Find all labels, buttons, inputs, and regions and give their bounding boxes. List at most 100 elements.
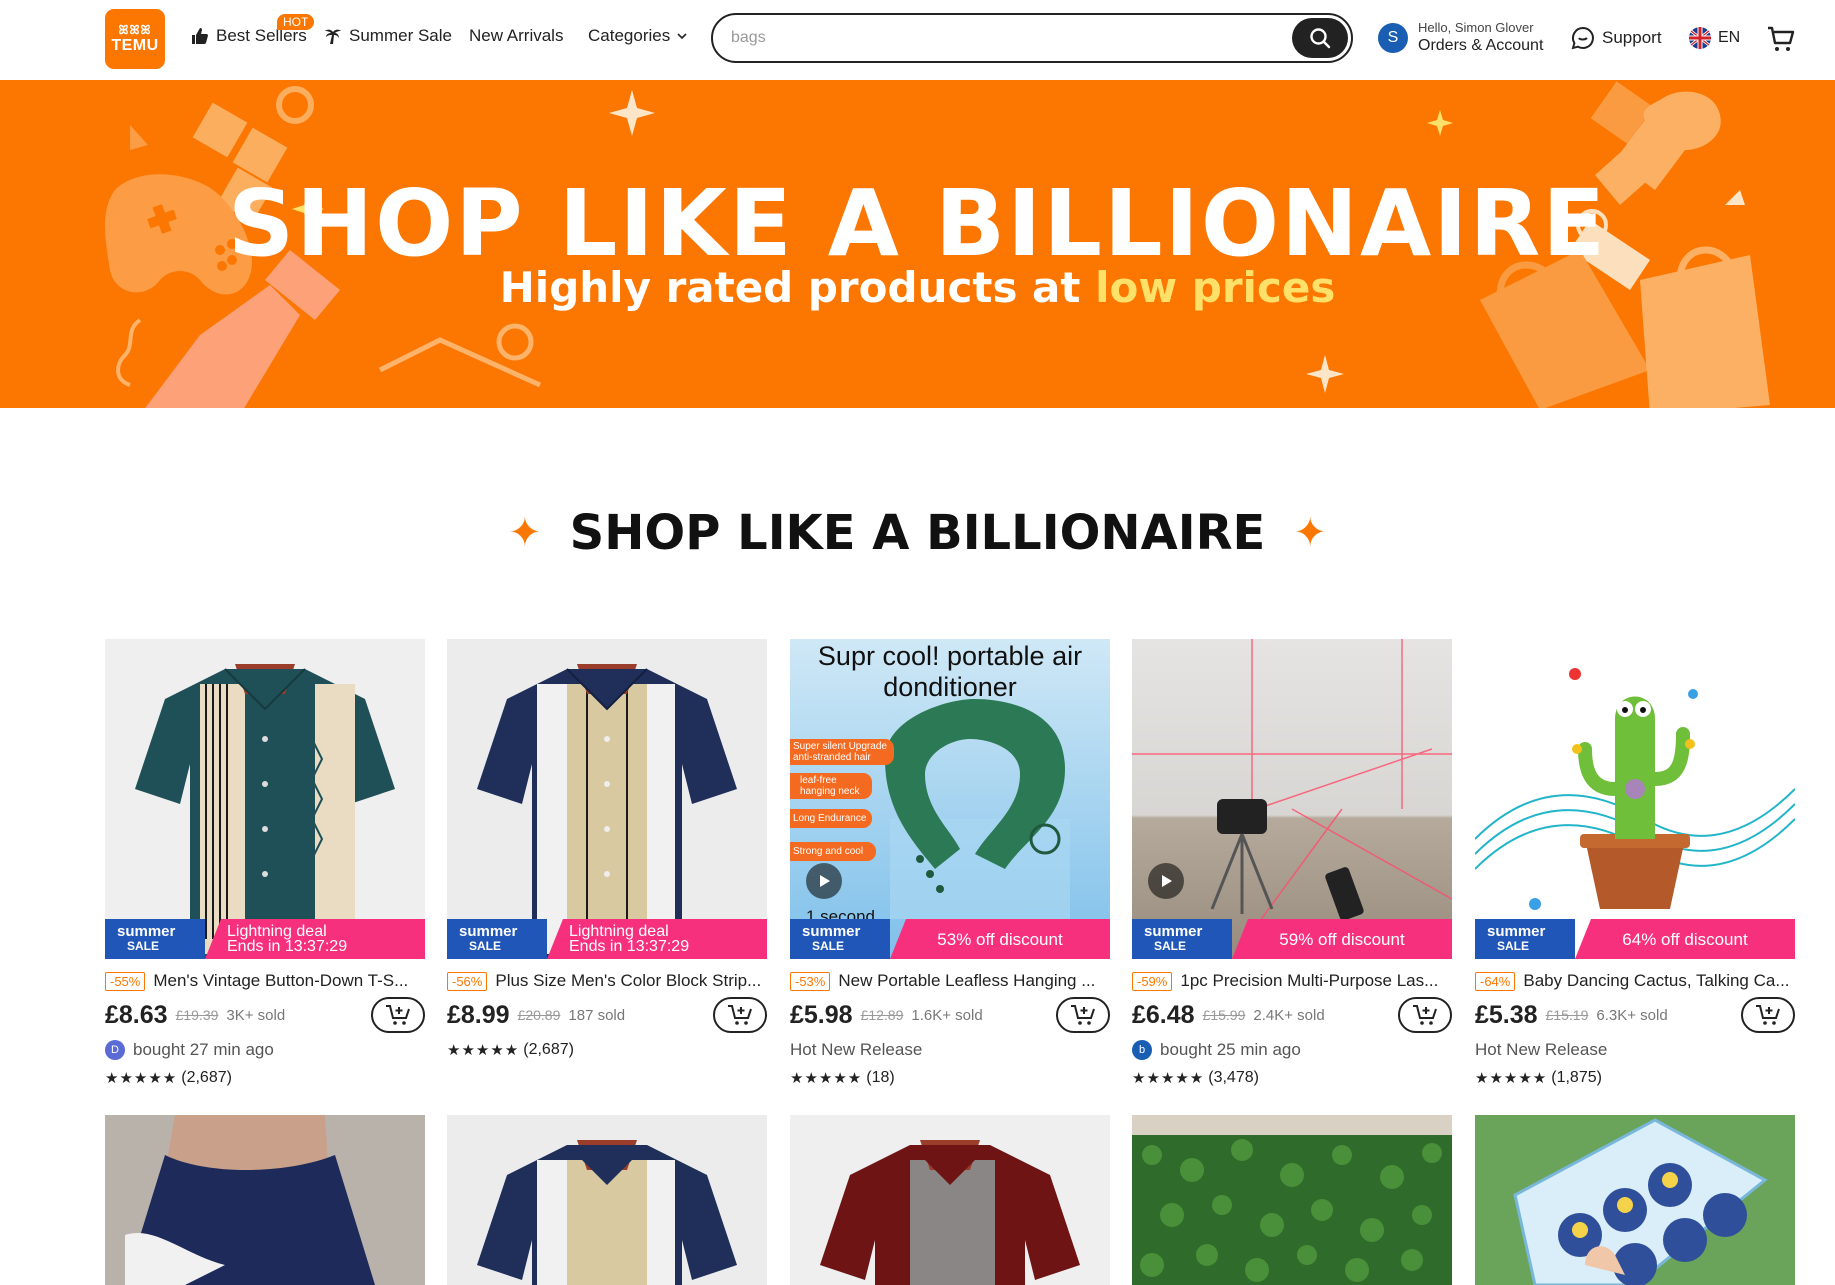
product-image[interactable]: summer SALE 64% off discount [1475,639,1795,959]
language-label: EN [1718,29,1741,46]
product-image[interactable]: summer SALE Lightning deal Ends in 13:37:… [447,639,767,959]
sandal-image [105,1115,425,1285]
add-to-cart-button[interactable] [371,997,425,1033]
recent-purchase-text: bought 27 min ago [133,1040,274,1059]
banner-subtitle: Highly rated products at low prices [0,263,1835,312]
product-image[interactable]: summer SALE Lightning deal Ends in 13:37:… [105,639,425,959]
artificial-hedge-image [1132,1115,1452,1285]
section-heading: ✦ SHOP LIKE A BILLIONAIRE ✦ [0,505,1835,561]
discount-strip-label: 64% off discount [1575,919,1795,959]
review-count: (18) [866,1069,895,1086]
product-card[interactable]: summer SALE Lightning deal Ends in 13:37:… [447,639,767,1061]
product-card[interactable] [447,1115,767,1285]
account-label: Orders & Account [1418,37,1544,54]
add-to-cart-button[interactable] [1741,997,1795,1033]
product-card[interactable] [790,1115,1110,1285]
play-video-button[interactable] [1148,863,1184,899]
sparkle-icon: ✦ [508,510,542,556]
add-to-cart-button[interactable] [1056,997,1110,1033]
recent-purchase-text: bought 25 min ago [1160,1040,1301,1059]
product-title-row[interactable]: -64% Baby Dancing Cactus, Talking Ca... [1475,971,1795,991]
sold-count: 2.4K+ sold [1253,1006,1325,1024]
product-title-row[interactable]: -55% Men's Vintage Button-Down T-S... [105,971,425,991]
cart-icon [1768,26,1795,51]
promo-strip: summer SALE 59% off discount [1132,919,1452,959]
add-to-cart-button[interactable] [713,997,767,1033]
language-selector[interactable]: EN [1688,26,1740,50]
add-to-cart-button[interactable] [1398,997,1452,1033]
discount-badge: -64% [1475,971,1516,991]
search-icon [1310,28,1331,49]
review-count: (3,478) [1208,1069,1259,1086]
section-title: SHOP LIKE A BILLIONAIRE [569,505,1266,561]
sold-count: 3K+ sold [226,1006,286,1024]
release-tag-text: Hot New Release [790,1040,923,1059]
summer-sale-badge: summer SALE [790,919,890,959]
product-title-row[interactable]: -56% Plus Size Men's Color Block Strip..… [447,971,767,991]
review-count: (2,687) [523,1041,574,1058]
release-tag: Hot New Release [1475,1039,1795,1061]
product-title-row[interactable]: -53% New Portable Leafless Hanging ... [790,971,1110,991]
support-link[interactable]: Support [1571,26,1662,50]
shirt-image [135,664,395,959]
price-row: £5.38 £15.19 6.3K+ sold [1475,997,1795,1033]
hero-banner[interactable]: SHOP LIKE A BILLIONAIRE Highly rated pro… [0,80,1835,408]
review-count: (1,875) [1551,1069,1602,1086]
shirt-image [790,1115,1110,1285]
sold-count: 187 sold [568,1006,626,1024]
rating: ★★★★★ (18) [790,1067,1110,1089]
product-title: New Portable Leafless Hanging ... [838,971,1096,990]
play-icon [1162,875,1172,887]
release-tag: Hot New Release [790,1039,1110,1061]
review-count: (2,687) [181,1069,232,1086]
nav-summer-sale[interactable]: Summer Sale [323,26,452,46]
product-card[interactable] [1132,1115,1452,1285]
product-card[interactable]: summer SALE 59% off discount -59% 1pc Pre… [1132,639,1452,1089]
star-rating-icon: ★★★★★ [447,1042,520,1059]
sold-count: 1.6K+ sold [911,1006,983,1024]
product-title-row[interactable]: -59% 1pc Precision Multi-Purpose Las... [1132,971,1452,991]
support-chat-icon [1571,26,1594,50]
avatar: S [1378,23,1408,53]
nav-new-arrivals[interactable]: New Arrivals [469,26,563,46]
nav-new-arrivals-label: New Arrivals [469,26,564,45]
product-card[interactable]: summer SALE Lightning deal Ends in 13:37:… [105,639,425,1089]
product-card[interactable]: summer SALE 64% off discount -64% Baby Da… [1475,639,1795,1089]
summer-sale-badge: summer SALE [105,919,205,959]
laser-level-image [1132,639,1452,959]
rating: ★★★★★ (2,687) [105,1067,425,1089]
discount-badge: -53% [790,971,831,991]
lip-balm-set-image [1475,1115,1795,1285]
original-price: £19.39 [175,1007,219,1023]
product-title: Plus Size Men's Color Block Strip... [495,971,762,990]
nav-categories[interactable]: Categories [588,26,688,46]
thumbs-up-icon [192,28,208,44]
product-image[interactable]: Supr cool! portable air donditioner Supe… [790,639,1110,959]
price-row: £8.99 £20.89 187 sold [447,997,767,1033]
feature-tags: Super silent Upgrade anti-stranded hair … [790,739,894,861]
summer-sale-badge: summer SALE [1132,919,1232,959]
search-button[interactable] [1292,18,1348,58]
play-video-button[interactable] [806,863,842,899]
add-to-cart-icon [1413,1005,1437,1025]
summer-sale-badge: summer SALE [447,919,547,959]
rating: ★★★★★ (3,478) [1132,1067,1452,1089]
search-bar [711,13,1353,63]
search-input[interactable] [731,25,1291,51]
nav-categories-label: Categories [588,26,671,45]
cart-button[interactable] [1766,24,1796,59]
recent-purchase: b bought 25 min ago [1132,1039,1452,1061]
discount-strip-label: 59% off discount [1232,919,1452,959]
account-text: Hello, Simon Glover Orders & Account [1418,20,1543,56]
temu-logo[interactable]: ꕤꕤꕤ TEMU [105,9,165,69]
product-image[interactable]: summer SALE 59% off discount [1132,639,1452,959]
product-card[interactable]: Supr cool! portable air donditioner Supe… [790,639,1110,1089]
support-label: Support [1602,28,1662,47]
buyer-avatar: b [1132,1040,1152,1060]
original-price: £15.99 [1202,1007,1246,1023]
logo-glyphs: ꕤꕤꕤ [118,23,152,37]
product-card[interactable] [105,1115,425,1285]
add-to-cart-icon [728,1005,752,1025]
account-menu[interactable]: S Hello, Simon Glover Orders & Account [1378,20,1543,56]
product-card[interactable] [1475,1115,1795,1285]
